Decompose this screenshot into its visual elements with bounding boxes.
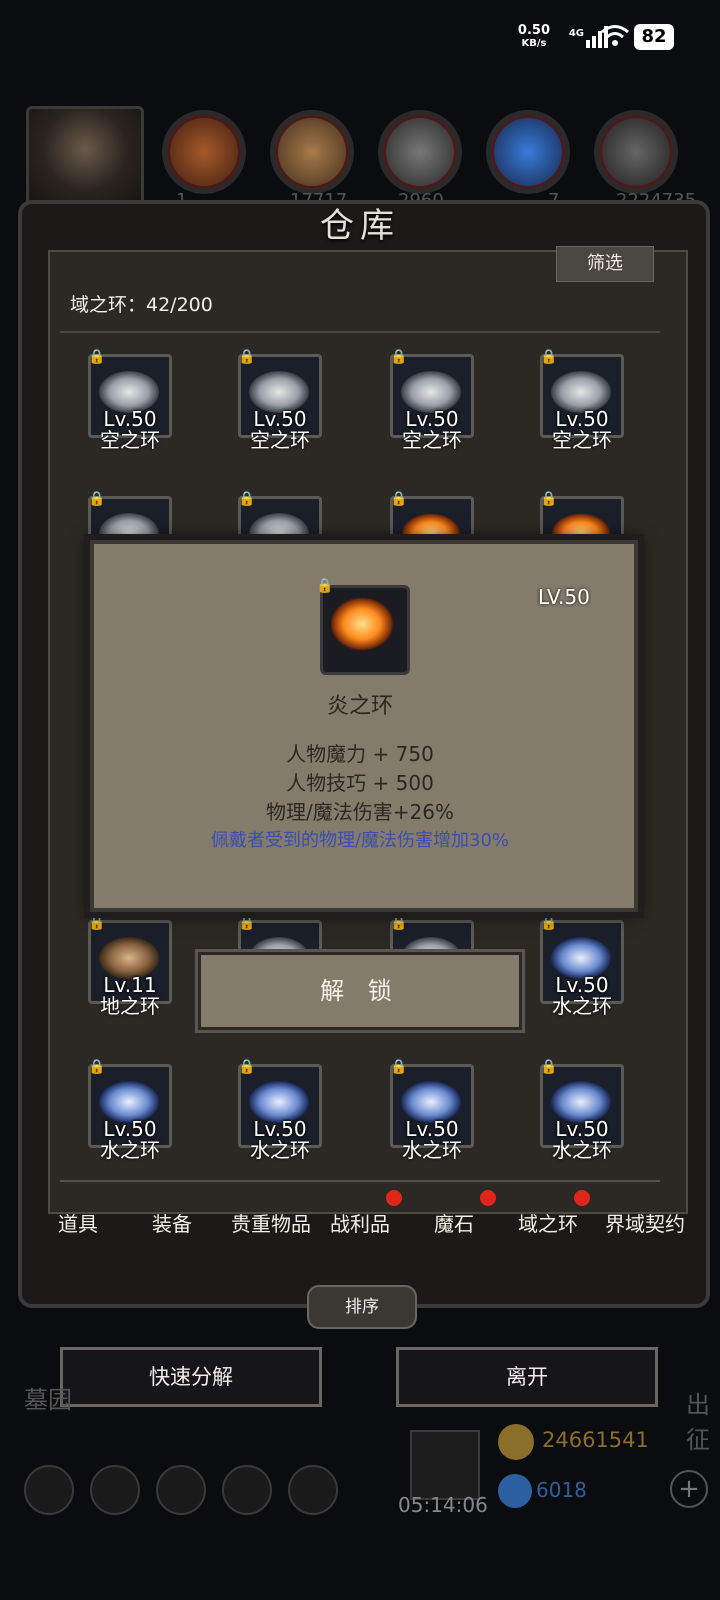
tooltip-stat: 人物技巧 + 500 <box>286 771 434 795</box>
lock-icon: 🔒 <box>540 915 558 931</box>
notification-dot <box>386 1190 402 1206</box>
mail-icon[interactable] <box>222 1465 272 1515</box>
lock-icon: 🔒 <box>316 578 334 594</box>
fire-ring-icon <box>330 597 394 651</box>
lock-icon: 🔒 <box>238 915 256 931</box>
lock-icon: 🔒 <box>238 1059 256 1075</box>
stone-resource-icon[interactable] <box>378 110 462 194</box>
item-name: 地之环 <box>100 994 160 1018</box>
gem-amount: 6018 <box>536 1478 587 1502</box>
item-name: 水之环 <box>100 1138 160 1162</box>
lock-icon: 🔒 <box>238 491 256 507</box>
lock-icon: 🔒 <box>88 915 106 931</box>
notification-dot <box>480 1190 496 1206</box>
tab-realm-contracts[interactable]: 界域契约 <box>590 1208 700 1237</box>
crystal-resource-icon[interactable] <box>486 110 570 194</box>
network-type: 4G <box>568 28 584 39</box>
lock-icon: 🔒 <box>88 491 106 507</box>
tab-divider <box>60 1180 660 1182</box>
add-currency-button[interactable]: + <box>670 1470 708 1508</box>
item-name: 空之环 <box>100 428 160 452</box>
side-label-left[interactable]: 墓园 <box>24 1380 72 1415</box>
wifi-icon <box>601 25 629 46</box>
tab-items[interactable]: 道具 <box>28 1208 128 1237</box>
notification-dot <box>574 1190 590 1206</box>
gold-icon <box>498 1424 534 1460</box>
item-name: 水之环 <box>552 1138 612 1162</box>
lock-icon: 🔒 <box>540 491 558 507</box>
gift-timer: 05:14:06 <box>398 1493 488 1517</box>
lock-icon: 🔒 <box>540 349 558 365</box>
item-name: 水之环 <box>250 1138 310 1162</box>
tab-magic-stones[interactable]: 魔石 <box>404 1208 504 1237</box>
status-bar: 0.50 KB/s 4G 82 <box>0 0 720 70</box>
leather-resource-icon[interactable] <box>162 110 246 194</box>
gold-amount: 24661541 <box>542 1428 649 1452</box>
tooltip-level: LV.50 <box>538 585 590 609</box>
player-avatar[interactable] <box>26 106 144 212</box>
inventory-count: 域之环：42/200 <box>70 294 213 316</box>
filter-button[interactable]: 筛选 <box>556 246 654 282</box>
sort-button[interactable]: 排序 <box>307 1285 417 1329</box>
lock-icon: 🔒 <box>88 1059 106 1075</box>
item-name: 空之环 <box>402 428 462 452</box>
tooltip-special-effect: 佩戴者受到的物理/魔法伤害增加30% <box>210 830 510 851</box>
lock-icon: 🔒 <box>390 349 408 365</box>
gift-icon[interactable] <box>410 1430 480 1500</box>
leave-button[interactable]: 离开 <box>396 1347 658 1407</box>
item-name: 空之环 <box>250 428 310 452</box>
tab-loot[interactable]: 战利品 <box>310 1208 410 1237</box>
wood-resource-icon[interactable] <box>270 110 354 194</box>
lock-icon: 🔒 <box>88 349 106 365</box>
tooltip-stat: 人物魔力 + 750 <box>286 742 434 766</box>
book-icon[interactable] <box>156 1465 206 1515</box>
tab-equipment[interactable]: 装备 <box>122 1208 222 1237</box>
page-title: 仓库 <box>320 206 400 246</box>
menu-icon[interactable] <box>24 1465 74 1515</box>
item-name: 水之环 <box>552 994 612 1018</box>
tab-domain-rings[interactable]: 域之环 <box>498 1208 598 1237</box>
divider <box>60 331 660 333</box>
lock-icon: 🔒 <box>390 491 408 507</box>
battery-indicator: 82 <box>634 24 674 50</box>
gem-icon <box>498 1474 532 1508</box>
item-name: 空之环 <box>552 428 612 452</box>
lock-icon: 🔒 <box>238 349 256 365</box>
settings-icon[interactable] <box>288 1465 338 1515</box>
tooltip-stat: 物理/魔法伤害+26% <box>266 800 454 824</box>
tooltip-item-name: 炎之环 <box>326 694 393 719</box>
achievement-icon[interactable] <box>90 1465 140 1515</box>
lock-icon: 🔒 <box>390 1059 408 1075</box>
lock-icon: 🔒 <box>540 1059 558 1075</box>
network-speed: 0.50 KB/s <box>517 23 550 49</box>
item-name: 水之环 <box>402 1138 462 1162</box>
side-label-right[interactable]: 出征 <box>686 1385 720 1455</box>
quick-decompose-button[interactable]: 快速分解 <box>60 1347 322 1407</box>
unlock-button[interactable]: 解 锁 <box>198 952 522 1030</box>
lock-icon: 🔒 <box>390 915 408 931</box>
iron-resource-icon[interactable] <box>594 110 678 194</box>
